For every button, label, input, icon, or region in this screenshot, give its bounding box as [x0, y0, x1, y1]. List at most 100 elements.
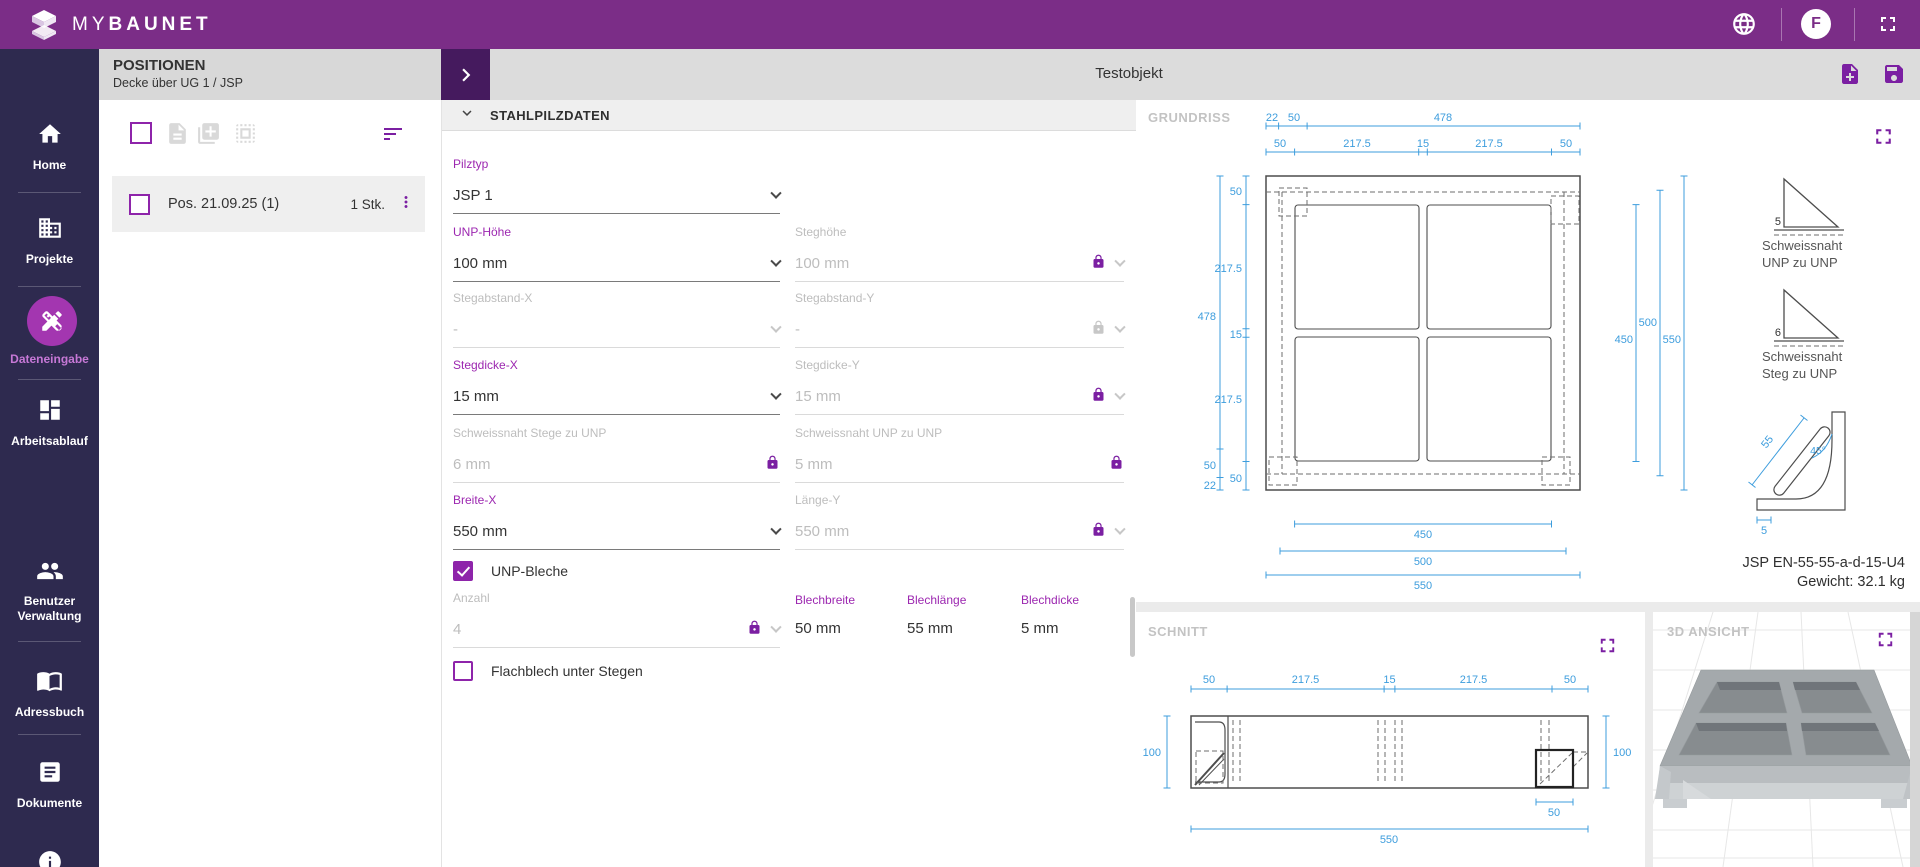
sidebar-item-benutzer-verwaltung[interactable]: Benutzer Verwaltung	[0, 557, 99, 624]
chevron-down-icon	[1114, 388, 1126, 400]
anzahl-select: 4	[453, 612, 782, 648]
unp-bleche-checkbox-row[interactable]: UNP-Bleche	[453, 561, 568, 581]
dashboard-icon	[37, 397, 63, 428]
schweissnaht-stege-input: 6 mm	[453, 447, 780, 483]
collapse-panel-button[interactable]	[441, 49, 490, 100]
cube-logo-icon	[32, 10, 56, 40]
sidebar-divider	[18, 734, 81, 735]
svg-text:100: 100	[1143, 747, 1161, 759]
position-checkbox[interactable]	[129, 193, 150, 215]
positions-title: POSITIONEN	[113, 57, 206, 74]
sidebar-item-dateneingabe[interactable]: Dateneingabe	[0, 296, 99, 367]
stegdicke-x-select[interactable]: 15 mm	[453, 379, 782, 415]
svg-text:50: 50	[1274, 138, 1286, 150]
kebab-menu-icon[interactable]	[397, 193, 415, 216]
svg-text:500: 500	[1414, 556, 1432, 568]
stegabstand-x-select: -	[453, 312, 782, 348]
svg-text:450: 450	[1615, 334, 1633, 346]
ansicht3d-label: 3D ANSICHT	[1667, 624, 1750, 639]
lock-icon[interactable]	[1091, 254, 1106, 274]
svg-text:450: 450	[1414, 529, 1432, 541]
svg-text:6: 6	[1775, 327, 1781, 339]
positions-breadcrumb: Decke über UG 1 / JSP	[113, 76, 243, 90]
positions-header: POSITIONEN Decke über UG 1 / JSP	[99, 49, 441, 100]
svg-text:217.5: 217.5	[1460, 674, 1488, 686]
svg-text:15: 15	[1417, 138, 1429, 150]
field-stegdicke-y: Stegdicke-Y 15 mm	[795, 358, 1126, 415]
section-header-stahlpilzdaten[interactable]: STAHLPILZDATEN	[442, 100, 1137, 131]
field-schweissnaht-stege: Schweissnaht Stege zu UNP 6 mm	[453, 426, 780, 483]
grundriss-fullscreen-icon[interactable]	[1871, 124, 1896, 154]
schnitt-panel: 50 217.5 15 217.5 50 100 100 50 550 SCHN…	[1136, 612, 1645, 867]
sidebar-divider	[18, 286, 81, 287]
select-region-icon[interactable]	[233, 121, 258, 151]
select-all-checkbox[interactable]	[130, 122, 152, 144]
sidebar-item-dokumente[interactable]: Dokumente	[0, 759, 99, 811]
flachblech-checkbox-row[interactable]: Flachblech unter Stegen	[453, 661, 643, 681]
lock-icon[interactable]	[747, 620, 762, 640]
open-book-icon	[36, 667, 63, 699]
ansicht3d-fullscreen-icon[interactable]	[1874, 628, 1897, 656]
sort-icon[interactable]	[381, 122, 405, 151]
page-scrollbar[interactable]	[1910, 612, 1920, 867]
blechdicke-column: Blechdicke 5 mm	[1021, 593, 1080, 637]
svg-text:217.5: 217.5	[1343, 138, 1371, 150]
brand-logo[interactable]: MYBAUNET	[26, 7, 212, 43]
sidebar-divider	[18, 379, 81, 380]
sidebar-item-adressbuch[interactable]: Adressbuch	[0, 667, 99, 720]
svg-text:217.5: 217.5	[1475, 138, 1503, 150]
svg-text:50: 50	[1230, 186, 1242, 198]
chevron-right-icon	[453, 62, 479, 88]
chevron-down-icon	[1114, 321, 1126, 333]
stegabstand-y-select: -	[795, 312, 1126, 348]
blechdicke-value: 5 mm	[1021, 620, 1059, 637]
positions-panel: POSITIONEN Decke über UG 1 / JSP Pos. 21…	[99, 49, 523, 867]
schnitt-drawing: 50 217.5 15 217.5 50 100 100 50 550	[1143, 674, 1632, 846]
save-icon[interactable]	[1882, 62, 1906, 91]
laenge-y-select: 550 mm	[795, 514, 1126, 550]
sidebar-item-projekte[interactable]: Projekte	[0, 215, 99, 267]
people-icon	[36, 557, 64, 590]
add-file-icon[interactable]	[1838, 62, 1862, 91]
user-avatar[interactable]: F	[1801, 9, 1831, 39]
lock-icon[interactable]	[1091, 522, 1106, 542]
info-icon	[37, 849, 63, 867]
lock-icon	[1091, 320, 1106, 340]
schnitt-fullscreen-icon[interactable]	[1596, 634, 1619, 662]
svg-text:478: 478	[1434, 112, 1452, 124]
svg-text:100: 100	[1613, 747, 1631, 759]
section-title: STAHLPILZDATEN	[490, 107, 610, 123]
flachblech-checkbox[interactable]	[453, 661, 473, 681]
drawing-region: 22 50 478 50 217.5 15 217.5 50 478 50 22	[1136, 100, 1920, 867]
pilztyp-select[interactable]: JSP 1	[453, 178, 782, 214]
svg-text:550: 550	[1663, 334, 1681, 346]
field-stegabstand-x: Stegabstand-X -	[453, 291, 782, 348]
duplicate-add-icon[interactable]	[196, 121, 221, 151]
ansicht3d-panel[interactable]: 3D ANSICHT	[1632, 611, 1920, 867]
lock-icon[interactable]	[1091, 387, 1106, 407]
svg-text:Gewicht: 32.1 kg: Gewicht: 32.1 kg	[1797, 574, 1905, 590]
schweissnaht-unp-input: 5 mm	[795, 447, 1124, 483]
form-scrollbar-thumb[interactable]	[1130, 597, 1135, 657]
svg-text:Schweissnaht: Schweissnaht	[1762, 349, 1843, 364]
form-panel: STAHLPILZDATEN Pilztyp JSP 1 UNP-Höhe 10…	[441, 100, 1137, 867]
breite-x-select[interactable]: 550 mm	[453, 514, 782, 550]
chevron-down-icon	[770, 523, 782, 535]
sidebar-item-info[interactable]: Info	[0, 849, 99, 867]
top-bar: MYBAUNET F	[0, 0, 1920, 49]
copy-position-icon[interactable]	[165, 121, 190, 151]
sidebar-item-arbeitsablauf[interactable]: Arbeitsablauf	[0, 397, 99, 449]
lock-icon[interactable]	[1109, 455, 1124, 475]
schnitt-label: SCHNITT	[1148, 624, 1208, 639]
field-unp-hoehe: UNP-Höhe 100 mm	[453, 225, 782, 282]
lock-icon[interactable]	[765, 455, 780, 475]
unp-bleche-checkbox[interactable]	[453, 561, 473, 581]
fullscreen-icon[interactable]	[1876, 12, 1900, 41]
svg-text:50: 50	[1288, 112, 1300, 124]
position-list-item[interactable]: Pos. 21.09.25 (1) 1 Stk.	[112, 176, 425, 232]
blechbreite-value: 50 mm	[795, 620, 841, 637]
language-globe-icon[interactable]	[1731, 11, 1757, 42]
positions-toolbar	[99, 115, 441, 171]
unp-hoehe-select[interactable]: 100 mm	[453, 246, 782, 282]
sidebar-item-home[interactable]: Home	[0, 121, 99, 173]
